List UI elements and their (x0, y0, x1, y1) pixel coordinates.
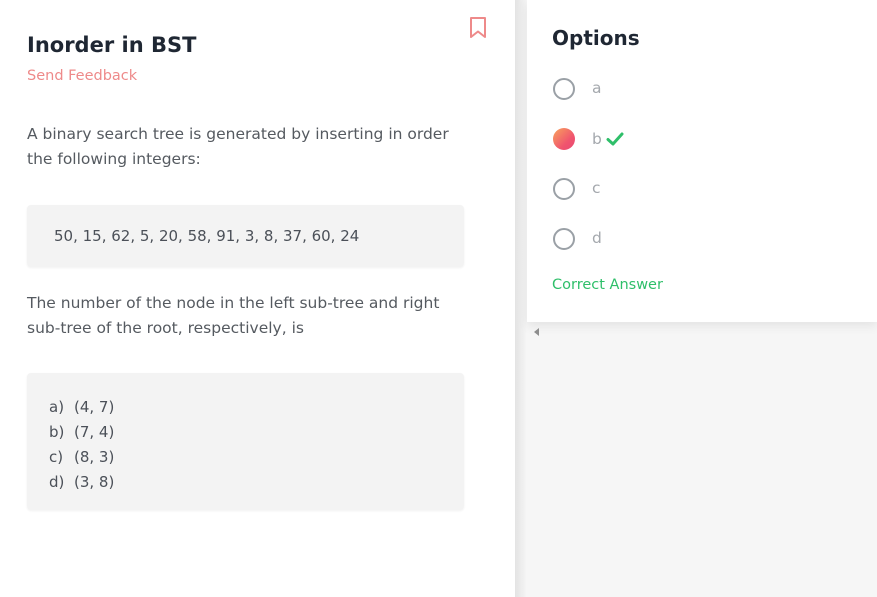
choice-letter: c) (49, 448, 64, 466)
choice-letter: b) (49, 423, 65, 441)
bookmark-icon[interactable] (468, 16, 488, 40)
choice-text: (3, 8) (74, 473, 115, 491)
option-c[interactable]: c (553, 178, 753, 202)
question-intro: A binary search tree is generated by ins… (27, 125, 449, 168)
options-card: Options a b c d Correct Answer (527, 0, 877, 322)
option-label: d (592, 229, 602, 247)
question-prompt: The number of the node in the left sub-t… (27, 294, 440, 337)
send-feedback-link[interactable]: Send Feedback (27, 68, 137, 84)
option-d[interactable]: d (553, 228, 753, 252)
choice-list: a) (4, 7) b) (7, 4) c) (8, 3) d) (3, 8) (49, 395, 114, 495)
choice-text: (8, 3) (74, 448, 115, 466)
scroll-left-arrow-icon[interactable] (534, 328, 539, 336)
choice-letter: a) (49, 398, 65, 416)
checkmark-icon (606, 132, 624, 146)
integer-sequence: 50, 15, 62, 5, 20, 58, 91, 3, 8, 37, 60,… (54, 227, 360, 245)
option-label: c (592, 179, 601, 197)
radio-button[interactable] (553, 78, 575, 100)
options-title: Options (552, 26, 640, 50)
choices-box: a) (4, 7) b) (7, 4) c) (8, 3) d) (3, 8) (27, 373, 464, 510)
choice-item: d) (3, 8) (49, 470, 114, 495)
choice-item: b) (7, 4) (49, 420, 114, 445)
option-label: a (592, 79, 602, 97)
option-label: b (592, 130, 602, 148)
choice-item: c) (8, 3) (49, 445, 114, 470)
choice-text: (7, 4) (74, 423, 115, 441)
choice-text: (4, 7) (74, 398, 115, 416)
option-a[interactable]: a (553, 78, 753, 102)
correct-answer-text: Correct Answer (552, 277, 663, 293)
panel-divider-shadow (515, 0, 527, 597)
option-b[interactable]: b (553, 128, 753, 152)
radio-button-selected[interactable] (553, 128, 575, 150)
sequence-box: 50, 15, 62, 5, 20, 58, 91, 3, 8, 37, 60,… (27, 205, 464, 267)
choice-letter: d) (49, 473, 65, 491)
choice-item: a) (4, 7) (49, 395, 114, 420)
question-title: Inorder in BST (27, 33, 197, 57)
question-panel: Inorder in BST Send Feedback A binary se… (0, 0, 515, 597)
radio-button[interactable] (553, 228, 575, 250)
radio-button[interactable] (553, 178, 575, 200)
